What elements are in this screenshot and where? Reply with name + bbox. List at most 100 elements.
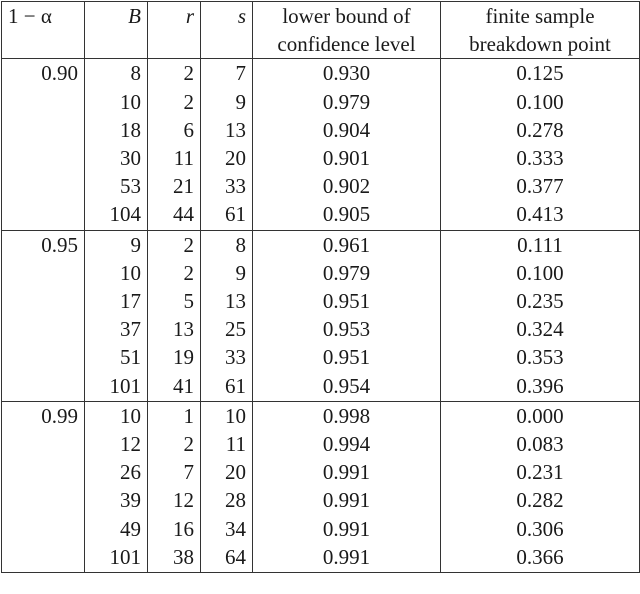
- table-row: 30 11 20 0.901 0.333: [1, 144, 640, 173]
- table-row: 53 21 33 0.902 0.377: [1, 172, 640, 201]
- cell-B: 10: [84, 87, 148, 116]
- cell-confidence-level: [1, 458, 85, 487]
- row-group-0-90: 0.90 8 2 7 0.930 0.125 10 2 9 0.979 0.100 18 6 13 0.90…: [1, 58, 640, 231]
- header-s: s: [200, 0, 253, 60]
- cell-confidence-level: [1, 87, 85, 116]
- cell-s: 13: [200, 115, 253, 145]
- cell-lower-bound: 0.901: [252, 144, 441, 173]
- cell-breakdown-point: 0.282: [440, 486, 640, 515]
- cell-lower-bound: 0.953: [252, 315, 441, 344]
- cell-B: 104: [84, 200, 148, 231]
- table-row: 39 12 28 0.991 0.282: [1, 486, 640, 515]
- cell-B: 101: [84, 371, 148, 402]
- cell-s: 8: [200, 230, 253, 259]
- header-lower-bound-line2: confidence level: [277, 32, 416, 57]
- cell-lower-bound: 0.991: [252, 514, 441, 543]
- header-row: 1 − α B r s lower bound of confidence le…: [1, 0, 640, 60]
- cell-B: 51: [84, 343, 148, 372]
- cell-confidence-level: [1, 486, 85, 515]
- table-row: 51 19 33 0.951 0.353: [1, 343, 640, 372]
- cell-breakdown-point: 0.125: [440, 58, 640, 88]
- cell-lower-bound: 0.930: [252, 58, 441, 88]
- cell-breakdown-point: 0.083: [440, 430, 640, 459]
- cell-s: 10: [200, 401, 253, 431]
- cell-confidence-level: [1, 430, 85, 459]
- cell-breakdown-point: 0.111: [440, 230, 640, 259]
- table-row: 0.95 9 2 8 0.961 0.111: [1, 230, 640, 259]
- cell-B: 17: [84, 287, 148, 316]
- cell-r: 44: [147, 200, 201, 231]
- table-row: 12 2 11 0.994 0.083: [1, 430, 640, 459]
- cell-breakdown-point: 0.306: [440, 514, 640, 543]
- cell-s: 20: [200, 144, 253, 173]
- table-row: 10 2 9 0.979 0.100: [1, 258, 640, 288]
- cell-breakdown-point: 0.377: [440, 172, 640, 201]
- cell-confidence-level: [1, 172, 85, 201]
- cell-s: 25: [200, 315, 253, 344]
- cell-confidence-level: [1, 542, 85, 573]
- table-row: 18 6 13 0.904 0.278: [1, 115, 640, 145]
- table-row: 0.99 10 1 10 0.998 0.000: [1, 401, 640, 431]
- cell-breakdown-point: 0.100: [440, 87, 640, 116]
- cell-lower-bound: 0.951: [252, 287, 441, 316]
- cell-r: 16: [147, 514, 201, 543]
- cell-lower-bound: 0.961: [252, 230, 441, 259]
- cell-s: 33: [200, 343, 253, 372]
- cell-r: 1: [147, 401, 201, 431]
- cell-s: 20: [200, 458, 253, 487]
- cell-lower-bound: 0.991: [252, 458, 441, 487]
- cell-s: 9: [200, 87, 253, 116]
- table-row: 10 2 9 0.979 0.100: [1, 87, 640, 116]
- cell-s: 13: [200, 287, 253, 316]
- cell-breakdown-point: 0.100: [440, 258, 640, 288]
- cell-r: 5: [147, 287, 201, 316]
- cell-confidence-level: [1, 343, 85, 372]
- cell-r: 38: [147, 542, 201, 573]
- header-breakdown-point: finite sample breakdown point: [440, 0, 640, 60]
- cell-r: 41: [147, 371, 201, 402]
- cell-confidence-level: [1, 258, 85, 288]
- cell-s: 61: [200, 371, 253, 402]
- cell-r: 2: [147, 430, 201, 459]
- cell-s: 11: [200, 430, 253, 459]
- cell-breakdown-point: 0.353: [440, 343, 640, 372]
- cell-lower-bound: 0.954: [252, 371, 441, 402]
- header-lower-bound: lower bound of confidence level: [252, 0, 441, 60]
- cell-confidence-level: [1, 287, 85, 316]
- cell-r: 2: [147, 58, 201, 88]
- cell-breakdown-point: 0.333: [440, 144, 640, 173]
- cell-breakdown-point: 0.231: [440, 458, 640, 487]
- cell-s: 33: [200, 172, 253, 201]
- cell-lower-bound: 0.991: [252, 542, 441, 573]
- cell-B: 101: [84, 542, 148, 573]
- cell-r: 2: [147, 230, 201, 259]
- cell-lower-bound: 0.998: [252, 401, 441, 431]
- cell-s: 64: [200, 542, 253, 573]
- cell-r: 19: [147, 343, 201, 372]
- table-row: 49 16 34 0.991 0.306: [1, 514, 640, 543]
- cell-breakdown-point: 0.324: [440, 315, 640, 344]
- cell-lower-bound: 0.994: [252, 430, 441, 459]
- cell-breakdown-point: 0.278: [440, 115, 640, 145]
- cell-lower-bound: 0.902: [252, 172, 441, 201]
- cell-confidence-level: [1, 144, 85, 173]
- cell-confidence-level: [1, 315, 85, 344]
- table-row: 26 7 20 0.991 0.231: [1, 458, 640, 487]
- cell-lower-bound: 0.979: [252, 258, 441, 288]
- cell-confidence-level: 0.99: [1, 401, 85, 431]
- cell-confidence-level: 0.90: [1, 58, 85, 88]
- cell-r: 7: [147, 458, 201, 487]
- cell-confidence-level: [1, 115, 85, 145]
- cell-B: 26: [84, 458, 148, 487]
- cell-B: 10: [84, 258, 148, 288]
- row-group-0-99: 0.99 10 1 10 0.998 0.000 12 2 11 0.994 0.083 26 7 20 0…: [1, 401, 640, 573]
- cell-s: 28: [200, 486, 253, 515]
- cell-B: 8: [84, 58, 148, 88]
- cell-B: 37: [84, 315, 148, 344]
- cell-lower-bound: 0.905: [252, 200, 441, 231]
- cell-breakdown-point: 0.235: [440, 287, 640, 316]
- table-header: 1 − α B r s lower bound of confidence le…: [1, 0, 640, 60]
- cell-breakdown-point: 0.000: [440, 401, 640, 431]
- cell-B: 18: [84, 115, 148, 145]
- cell-breakdown-point: 0.366: [440, 542, 640, 573]
